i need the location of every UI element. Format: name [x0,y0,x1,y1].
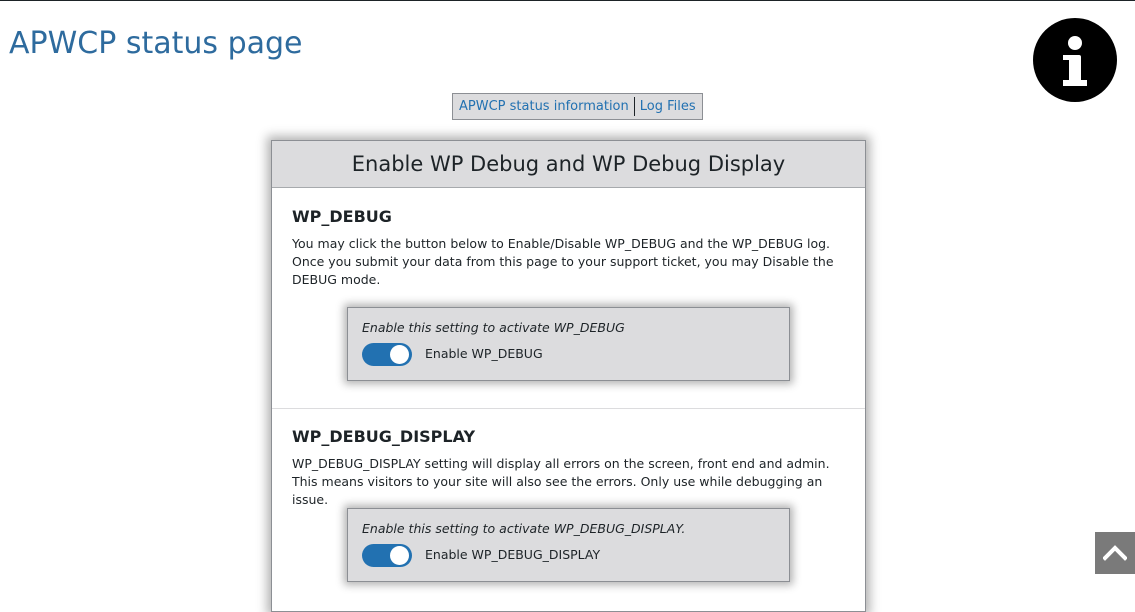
setting-hint-wp-debug-display: Enable this setting to activate WP_DEBUG… [362,521,686,536]
toggle-knob [390,345,409,364]
wp-debug-toggle[interactable] [362,343,412,366]
section-title-wp-debug-display: WP_DEBUG_DISPLAY [292,427,476,446]
debug-settings-card: Enable WP Debug and WP Debug Display WP_… [271,140,866,612]
wp-debug-display-section: WP_DEBUG_DISPLAY WP_DEBUG_DISPLAY settin… [292,427,844,509]
card-header: Enable WP Debug and WP Debug Display [272,141,865,188]
chevron-up-icon [1103,545,1127,561]
toggle-knob [390,546,409,565]
wp-debug-setting-box: Enable this setting to activate WP_DEBUG… [347,307,790,381]
wp-debug-display-setting-box: Enable this setting to activate WP_DEBUG… [347,508,790,582]
section-divider [272,408,865,409]
toggle-label-wp-debug: Enable WP_DEBUG [425,346,543,361]
info-icon[interactable] [1033,18,1117,102]
setting-hint-wp-debug: Enable this setting to activate WP_DEBUG [362,320,625,335]
wp-debug-display-toggle[interactable] [362,544,412,567]
page-title: APWCP status page [9,26,303,61]
top-border [0,0,1135,1]
section-description-wp-debug-display: WP_DEBUG_DISPLAY setting will display al… [292,456,830,507]
section-title-wp-debug: WP_DEBUG [292,207,392,226]
card-title: Enable WP Debug and WP Debug Display [351,152,786,176]
section-description-wp-debug: You may click the button below to Enable… [292,236,834,287]
tab-bar: APWCP status information Log Files [452,93,703,120]
tab-log-files[interactable]: Log Files [638,99,698,114]
scroll-to-top-button[interactable] [1095,532,1135,574]
tab-separator [633,97,635,116]
tab-status-information[interactable]: APWCP status information [457,99,631,114]
wp-debug-section: WP_DEBUG You may click the button below … [292,207,844,289]
toggle-label-wp-debug-display: Enable WP_DEBUG_DISPLAY [425,547,601,562]
